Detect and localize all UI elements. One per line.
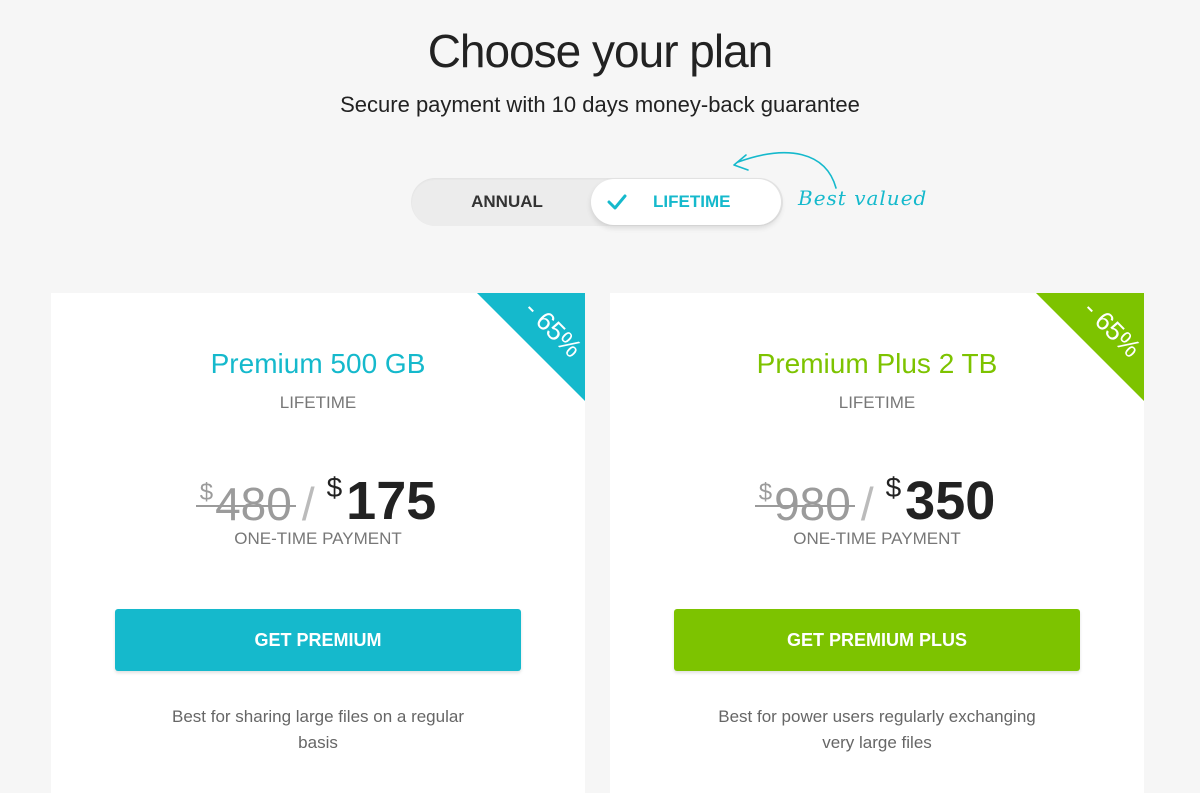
new-price-currency: $ [885, 472, 902, 503]
plan-description: Best for power users regularly exchangin… [718, 707, 1036, 752]
old-price-amount: 480 [215, 478, 292, 530]
price-separator: / [860, 478, 874, 530]
discount-ribbon: - 65% [477, 293, 585, 401]
new-price-amount: 175 [346, 471, 437, 531]
strikethrough-line [754, 505, 855, 507]
page-subtitle: Secure payment with 10 days money-back g… [340, 92, 860, 117]
plan-card-premium: - 65% Premium 500 GB LIFETIME $ 480 / $ … [51, 293, 585, 793]
get-premium-plus-button[interactable]: GET PREMIUM PLUS [674, 609, 1080, 671]
old-price-currency: $ [758, 479, 773, 506]
plan-period: LIFETIME [279, 393, 357, 412]
new-price: $ 175 [326, 471, 437, 531]
old-price-currency: $ [199, 479, 214, 506]
old-price: $ 980 [754, 478, 855, 530]
price-row: $ 480 / $ 175 [51, 469, 585, 529]
plan-description: Best for sharing large files on a regula… [172, 707, 464, 752]
toggle-option-lifetime-label: LIFETIME [653, 192, 731, 211]
old-price-amount: 980 [774, 478, 851, 530]
plan-name: Premium 500 GB [210, 348, 426, 379]
payment-type: ONE-TIME PAYMENT [793, 529, 961, 548]
new-price-currency: $ [326, 472, 343, 503]
get-premium-button[interactable]: GET PREMIUM [115, 609, 521, 671]
old-price: $ 480 [195, 478, 296, 530]
plan-card-premium-plus: - 65% Premium Plus 2 TB LIFETIME $ 980 /… [610, 293, 1144, 793]
price-separator: / [301, 478, 315, 530]
new-price-amount: 350 [905, 471, 996, 531]
toggle-option-annual[interactable]: ANNUAL [411, 178, 603, 226]
discount-ribbon: - 65% [1036, 293, 1144, 401]
plan-name: Premium Plus 2 TB [756, 348, 998, 379]
new-price: $ 350 [885, 471, 996, 531]
strikethrough-line [195, 505, 296, 507]
plan-period: LIFETIME [838, 393, 916, 412]
checkmark-icon [607, 194, 627, 210]
payment-type: ONE-TIME PAYMENT [234, 529, 402, 548]
price-row: $ 980 / $ 350 [610, 469, 1144, 529]
page-title: Choose your plan [427, 25, 774, 77]
best-valued-annotation: Best valued [798, 186, 928, 210]
